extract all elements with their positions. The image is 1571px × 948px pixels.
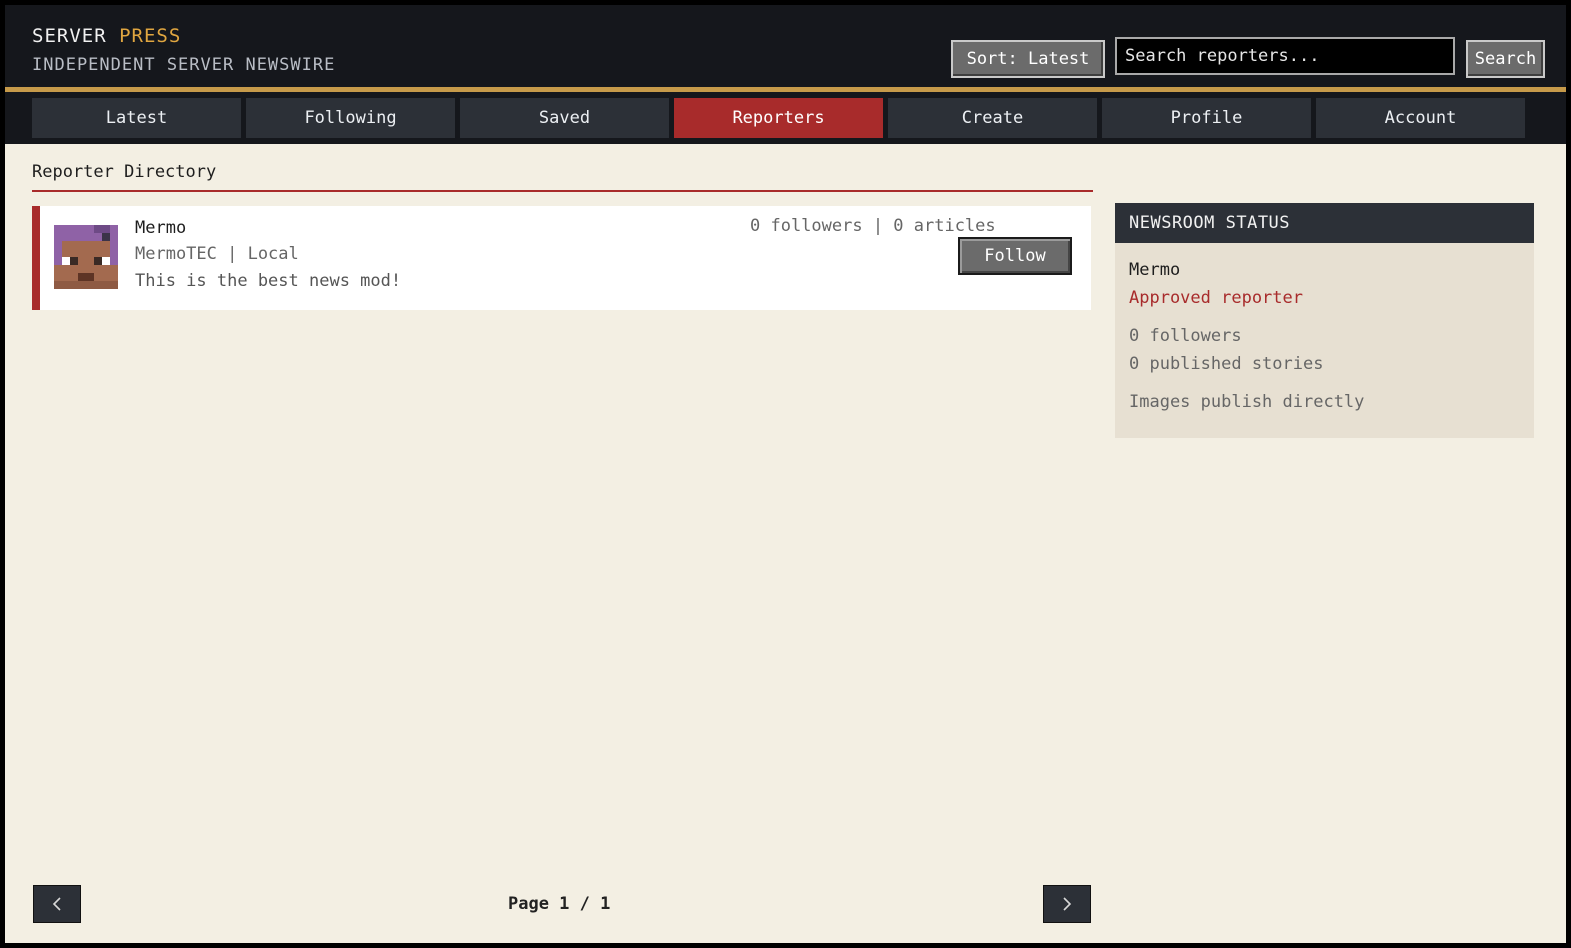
prev-page-button[interactable]	[33, 885, 81, 923]
status-images-note: Images publish directly	[1129, 392, 1365, 412]
status-stories: 0 published stories	[1129, 354, 1324, 374]
app-window: SERVER PRESS INDEPENDENT SERVER NEWSWIRE…	[5, 5, 1566, 943]
title-divider	[32, 190, 1093, 192]
reporter-avatar	[54, 225, 118, 289]
follow-button[interactable]: Follow	[958, 237, 1072, 275]
reporter-stats: 0 followers | 0 articles	[750, 216, 996, 236]
brand-accent: PRESS	[119, 25, 182, 47]
tab-account[interactable]: Account	[1316, 98, 1525, 138]
reporter-outlet: MermoTEC | Local	[135, 244, 299, 264]
tab-saved[interactable]: Saved	[460, 98, 669, 138]
status-followers: 0 followers	[1129, 326, 1242, 346]
tab-latest[interactable]: Latest	[32, 98, 241, 138]
page-title: Reporter Directory	[32, 162, 217, 182]
chevron-right-icon	[1063, 897, 1072, 911]
sort-button[interactable]: Sort: Latest	[951, 40, 1105, 78]
tab-profile[interactable]: Profile	[1102, 98, 1311, 138]
header-bar: SERVER PRESS INDEPENDENT SERVER NEWSWIRE…	[5, 5, 1566, 87]
chevron-left-icon	[52, 897, 61, 911]
reporter-card: Mermo MermoTEC | Local This is the best …	[32, 206, 1091, 310]
nav-tabs: Latest Following Saved Reporters Create …	[5, 92, 1566, 144]
brand-tagline: INDEPENDENT SERVER NEWSWIRE	[32, 55, 336, 75]
panel-title: NEWSROOM STATUS	[1115, 203, 1534, 243]
newsroom-status-panel: NEWSROOM STATUS Mermo Approved reporter …	[1115, 203, 1534, 438]
brand-logo: SERVER PRESS	[32, 25, 181, 47]
brand-main: SERVER	[32, 25, 107, 47]
tab-following[interactable]: Following	[246, 98, 455, 138]
reporter-bio: This is the best news mod!	[135, 271, 402, 291]
page-indicator: Page 1 / 1	[508, 894, 611, 914]
status-name: Mermo	[1129, 260, 1181, 280]
search-button[interactable]: Search	[1466, 40, 1545, 78]
status-badge: Approved reporter	[1129, 288, 1303, 308]
tab-reporters[interactable]: Reporters	[674, 98, 883, 138]
search-input[interactable]: Search reporters...	[1115, 37, 1455, 75]
reporter-name[interactable]: Mermo	[135, 218, 186, 238]
next-page-button[interactable]	[1043, 885, 1091, 923]
tab-create[interactable]: Create	[888, 98, 1097, 138]
